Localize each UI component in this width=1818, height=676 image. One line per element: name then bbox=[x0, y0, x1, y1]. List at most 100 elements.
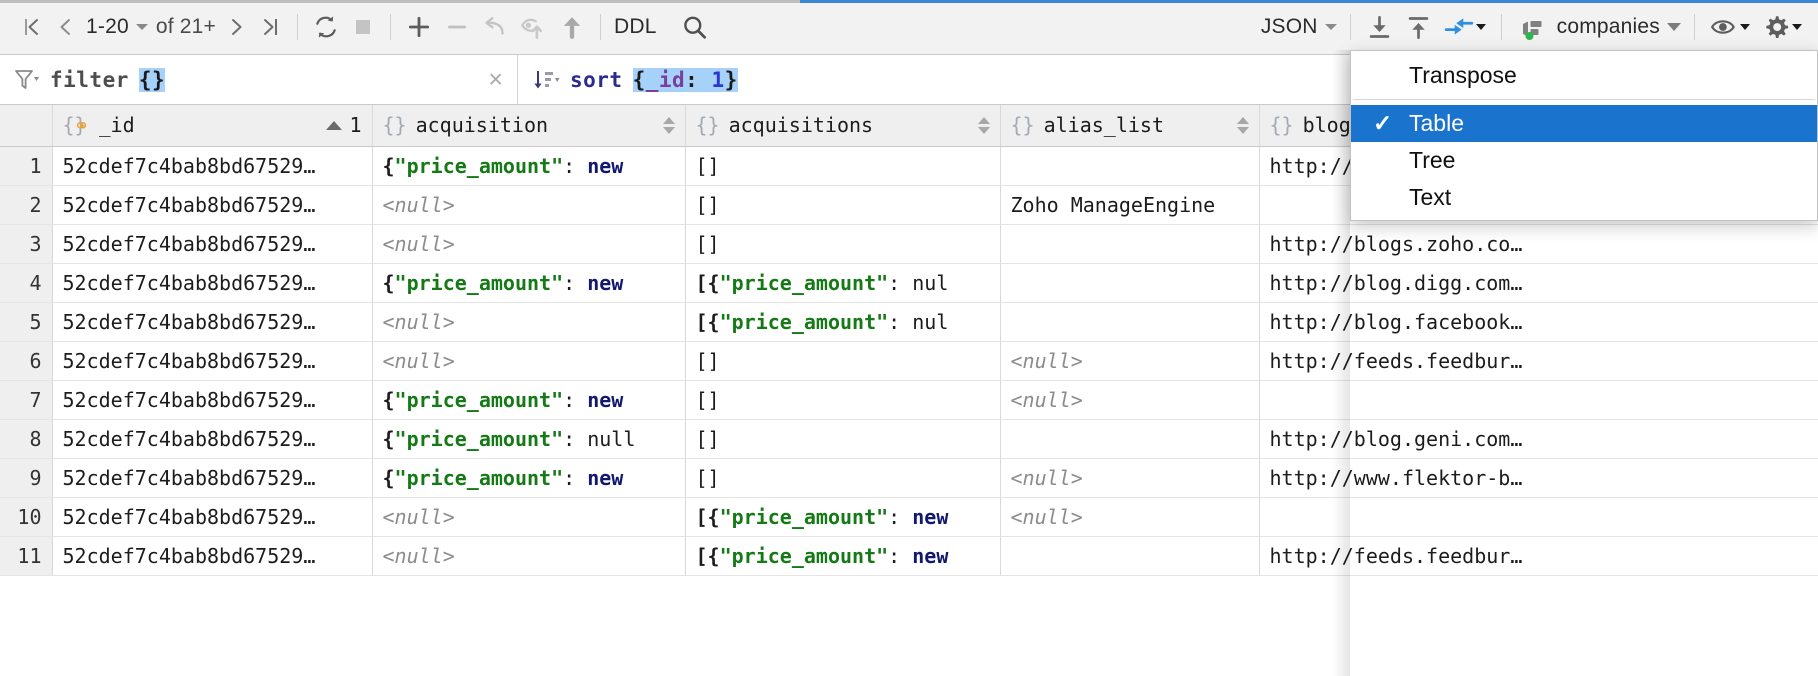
row-number[interactable]: 4 bbox=[0, 263, 52, 302]
revert-selected-button[interactable] bbox=[514, 7, 553, 47]
prev-page-button[interactable] bbox=[48, 7, 82, 47]
cell-blog[interactable]: http://feeds.feedbur… bbox=[1259, 341, 1818, 380]
cell-acquisition[interactable]: <null> bbox=[372, 302, 685, 341]
cell-alias-list[interactable] bbox=[1000, 536, 1259, 575]
cell-acquisition[interactable]: {"price_amount": new bbox=[372, 146, 685, 185]
refresh-button[interactable] bbox=[307, 7, 345, 47]
row-number[interactable]: 5 bbox=[0, 302, 52, 341]
settings-button[interactable] bbox=[1756, 7, 1808, 47]
cell-alias-list[interactable] bbox=[1000, 146, 1259, 185]
cell-alias-list[interactable]: <null> bbox=[1000, 380, 1259, 419]
data-transfer-button[interactable] bbox=[1438, 7, 1492, 47]
cell-acquisitions[interactable]: [] bbox=[685, 458, 1000, 497]
table-row[interactable]: 1052cdef7c4bab8bd67529…<null>[{"price_am… bbox=[0, 497, 1818, 536]
table-row[interactable]: 752cdef7c4bab8bd67529…{"price_amount": n… bbox=[0, 380, 1818, 419]
cell-acquisition[interactable]: {"price_amount": new bbox=[372, 458, 685, 497]
search-button[interactable] bbox=[675, 7, 714, 47]
cell-id[interactable]: 52cdef7c4bab8bd67529… bbox=[52, 419, 372, 458]
cell-alias-list[interactable]: Zoho ManageEngine bbox=[1000, 185, 1259, 224]
cell-acquisition[interactable]: {"price_amount": new bbox=[372, 380, 685, 419]
cell-blog[interactable]: http://blog.facebook… bbox=[1259, 302, 1818, 341]
cell-alias-list[interactable] bbox=[1000, 263, 1259, 302]
row-number[interactable]: 1 bbox=[0, 146, 52, 185]
cell-acquisition[interactable]: {"price_amount": new bbox=[372, 263, 685, 302]
cell-acquisition[interactable]: <null> bbox=[372, 497, 685, 536]
sort-icon[interactable] bbox=[532, 68, 560, 92]
table-row[interactable]: 552cdef7c4bab8bd67529…<null>[{"price_amo… bbox=[0, 302, 1818, 341]
row-number[interactable]: 3 bbox=[0, 224, 52, 263]
cell-acquisitions[interactable]: [{"price_amount": new bbox=[685, 536, 1000, 575]
cell-acquisition[interactable]: {"price_amount": null bbox=[372, 419, 685, 458]
column-header-id[interactable]: {}⚭ _id 1 bbox=[52, 105, 372, 146]
column-header-acquisitions[interactable]: {} acquisitions bbox=[685, 105, 1000, 146]
row-number[interactable]: 10 bbox=[0, 497, 52, 536]
sort-ascending-icon[interactable] bbox=[326, 121, 342, 130]
cell-blog[interactable]: http://feeds.feedbur… bbox=[1259, 536, 1818, 575]
cell-id[interactable]: 52cdef7c4bab8bd67529… bbox=[52, 497, 372, 536]
sort-toggle-icon[interactable] bbox=[1237, 117, 1249, 134]
last-page-button[interactable] bbox=[254, 7, 288, 47]
connection-select[interactable]: companies bbox=[1517, 7, 1685, 47]
cell-alias-list[interactable]: <null> bbox=[1000, 341, 1259, 380]
sort-toggle-icon[interactable] bbox=[978, 117, 990, 134]
preview-button[interactable] bbox=[1704, 7, 1756, 47]
cell-acquisitions[interactable]: [] bbox=[685, 224, 1000, 263]
cell-id[interactable]: 52cdef7c4bab8bd67529… bbox=[52, 146, 372, 185]
row-number[interactable]: 9 bbox=[0, 458, 52, 497]
table-row[interactable]: 852cdef7c4bab8bd67529…{"price_amount": n… bbox=[0, 419, 1818, 458]
cell-id[interactable]: 52cdef7c4bab8bd67529… bbox=[52, 185, 372, 224]
menu-item-text[interactable]: Text bbox=[1351, 179, 1817, 216]
first-page-button[interactable] bbox=[14, 7, 48, 47]
ddl-button[interactable]: DDL bbox=[610, 7, 661, 47]
stop-button[interactable] bbox=[345, 7, 381, 47]
cell-alias-list[interactable] bbox=[1000, 302, 1259, 341]
cell-id[interactable]: 52cdef7c4bab8bd67529… bbox=[52, 458, 372, 497]
table-row[interactable]: 452cdef7c4bab8bd67529…{"price_amount": n… bbox=[0, 263, 1818, 302]
sort-input[interactable]: {_id: 1} bbox=[633, 68, 738, 92]
cell-acquisitions[interactable]: [] bbox=[685, 146, 1000, 185]
cell-acquisitions[interactable]: [] bbox=[685, 341, 1000, 380]
cell-alias-list[interactable] bbox=[1000, 224, 1259, 263]
cell-acquisition[interactable]: <null> bbox=[372, 224, 685, 263]
row-number-header[interactable] bbox=[0, 105, 52, 146]
delete-row-button[interactable] bbox=[438, 7, 476, 47]
cell-alias-list[interactable]: <null> bbox=[1000, 497, 1259, 536]
cell-acquisition[interactable]: <null> bbox=[372, 536, 685, 575]
cell-acquisitions[interactable]: [{"price_amount": new bbox=[685, 497, 1000, 536]
menu-item-tree[interactable]: Tree bbox=[1351, 142, 1817, 179]
row-number[interactable]: 6 bbox=[0, 341, 52, 380]
next-page-button[interactable] bbox=[220, 7, 254, 47]
import-button[interactable] bbox=[1399, 7, 1438, 47]
filter-clear-button[interactable]: × bbox=[488, 67, 503, 92]
cell-blog[interactable]: http://blogs.zoho.co… bbox=[1259, 224, 1818, 263]
export-button[interactable] bbox=[1360, 7, 1399, 47]
column-header-alias-list[interactable]: {} alias_list bbox=[1000, 105, 1259, 146]
column-header-acquisition[interactable]: {} acquisition bbox=[372, 105, 685, 146]
page-range-button[interactable]: 1-20 bbox=[82, 7, 152, 47]
cell-blog[interactable] bbox=[1259, 380, 1818, 419]
cell-acquisitions[interactable]: [] bbox=[685, 419, 1000, 458]
format-select[interactable]: JSON bbox=[1257, 7, 1341, 47]
row-number[interactable]: 11 bbox=[0, 536, 52, 575]
menu-item-transpose[interactable]: Transpose bbox=[1351, 57, 1817, 94]
cell-blog[interactable]: http://blog.geni.com… bbox=[1259, 419, 1818, 458]
cell-acquisition[interactable]: <null> bbox=[372, 185, 685, 224]
cell-acquisitions[interactable]: [{"price_amount": nul bbox=[685, 302, 1000, 341]
cell-id[interactable]: 52cdef7c4bab8bd67529… bbox=[52, 536, 372, 575]
sort-toggle-icon[interactable] bbox=[663, 117, 675, 134]
table-row[interactable]: 652cdef7c4bab8bd67529…<null>[]<null>http… bbox=[0, 341, 1818, 380]
table-row[interactable]: 952cdef7c4bab8bd67529…{"price_amount": n… bbox=[0, 458, 1818, 497]
cell-id[interactable]: 52cdef7c4bab8bd67529… bbox=[52, 302, 372, 341]
add-row-button[interactable] bbox=[400, 7, 438, 47]
cell-id[interactable]: 52cdef7c4bab8bd67529… bbox=[52, 224, 372, 263]
cell-id[interactable]: 52cdef7c4bab8bd67529… bbox=[52, 380, 372, 419]
filter-cell[interactable]: filter {} × bbox=[0, 55, 518, 104]
menu-item-table[interactable]: ✓ Table bbox=[1351, 105, 1817, 142]
cell-acquisitions[interactable]: [{"price_amount": nul bbox=[685, 263, 1000, 302]
row-number[interactable]: 7 bbox=[0, 380, 52, 419]
row-number[interactable]: 8 bbox=[0, 419, 52, 458]
cell-acquisition[interactable]: <null> bbox=[372, 341, 685, 380]
cell-alias-list[interactable]: <null> bbox=[1000, 458, 1259, 497]
cell-blog[interactable]: http://blog.digg.com… bbox=[1259, 263, 1818, 302]
cell-alias-list[interactable] bbox=[1000, 419, 1259, 458]
